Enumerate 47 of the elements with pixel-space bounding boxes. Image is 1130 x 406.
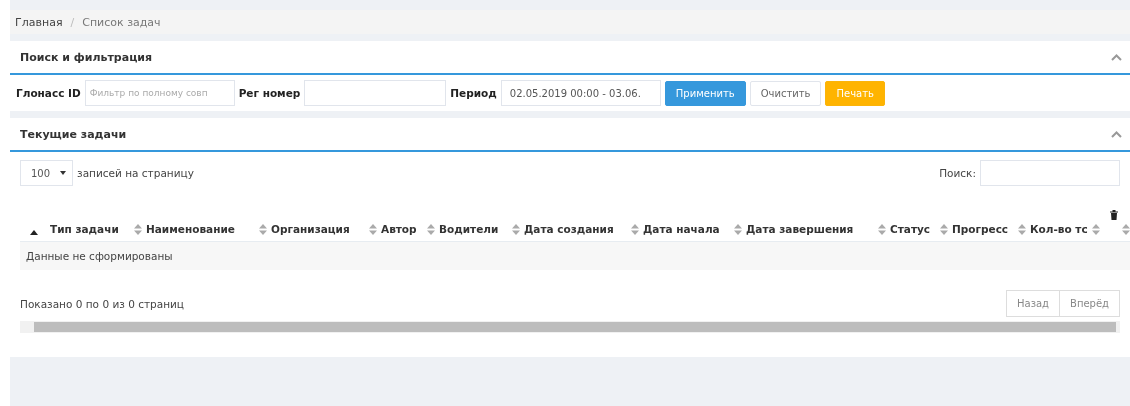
column-header[interactable]: Наименование	[144, 198, 269, 242]
column-header[interactable]: Дата начала	[641, 198, 744, 242]
horizontal-scrollbar[interactable]	[20, 321, 1120, 333]
caret-icon[interactable]	[60, 171, 67, 175]
panel-title: Поиск и фильтрация	[20, 50, 153, 64]
column-header[interactable]: Водители	[437, 198, 522, 242]
field-label: Глонасс ID	[16, 87, 81, 99]
input-field[interactable]: Фильтр по полному совп	[84, 80, 235, 106]
table-info: Показано 0 по 0 из 0 страниц	[20, 297, 184, 310]
column-header[interactable]: Организация	[269, 198, 379, 242]
breadcrumb-separator: /	[70, 15, 75, 29]
sort-icon[interactable]	[1092, 223, 1100, 235]
panel-title: Текущие задачи	[20, 127, 127, 141]
search-field[interactable]	[980, 160, 1120, 186]
sort-icon[interactable]	[1122, 224, 1130, 235]
breadcrumb-item: Список задач	[82, 15, 161, 29]
sort-icon[interactable]	[1018, 223, 1026, 235]
sort-ascending-icon[interactable]	[30, 230, 38, 235]
sort-icon[interactable]	[259, 223, 267, 235]
collapse-icon[interactable]	[1111, 130, 1122, 138]
column-header[interactable]: Дата завершения	[744, 198, 888, 242]
sort-icon[interactable]	[134, 223, 142, 235]
sort-icon[interactable]	[631, 223, 639, 235]
clear-button[interactable]: Очистить	[749, 80, 822, 106]
sort-icon[interactable]	[369, 223, 377, 235]
input-field[interactable]	[304, 80, 447, 106]
trash-icon[interactable]	[1110, 210, 1118, 220]
page-size-label: записей на страницу	[77, 167, 194, 179]
sort-icon[interactable]	[427, 223, 435, 235]
breadcrumb-item[interactable]: Главная	[15, 15, 63, 29]
input-field[interactable]: 02.05.2019 00:00 - 03.06.	[500, 80, 661, 106]
page-size-select[interactable]: 100	[20, 160, 74, 186]
field-label: Период	[450, 87, 497, 99]
field-label: Рег номер	[238, 87, 301, 99]
column-header[interactable]: Дата создания	[522, 198, 641, 242]
column-header[interactable]: Прогресс	[950, 198, 1028, 242]
column-header[interactable]: Кол-во тс	[1028, 198, 1102, 242]
column-header[interactable]: Тип задачи	[48, 198, 144, 242]
search-label: Поиск:	[939, 167, 976, 179]
sort-icon[interactable]	[734, 223, 742, 235]
sort-icon[interactable]	[940, 223, 948, 235]
collapse-icon[interactable]	[1111, 53, 1122, 61]
sort-icon[interactable]	[512, 223, 520, 235]
sort-icon[interactable]	[878, 223, 886, 235]
column-header[interactable]: Статус	[888, 198, 950, 242]
column-header[interactable]: Автор	[379, 198, 437, 242]
empty-table-message: Данные не сформированы	[20, 241, 1130, 270]
